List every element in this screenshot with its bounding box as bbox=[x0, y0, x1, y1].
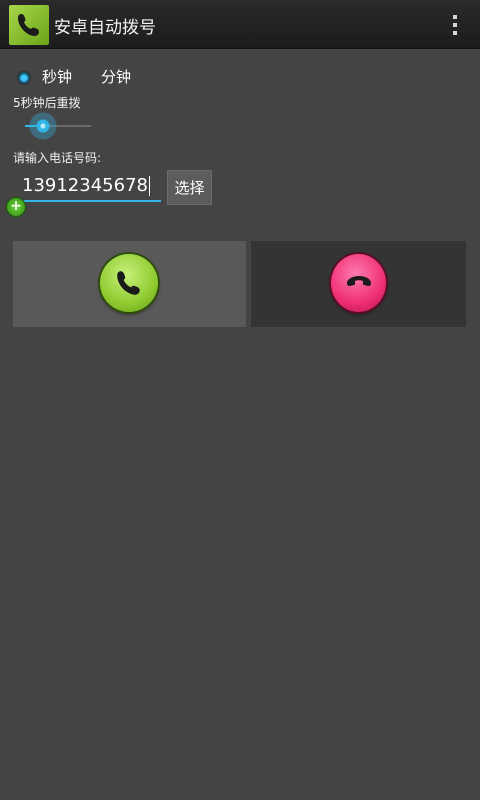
overflow-menu-icon[interactable] bbox=[448, 13, 462, 37]
phone-input-underline bbox=[22, 200, 161, 202]
phone-number-value: 13912345678 bbox=[22, 175, 148, 196]
plus-icon[interactable]: + bbox=[6, 197, 26, 217]
phone-icon[interactable] bbox=[9, 5, 49, 45]
radio-minutes-label[interactable]: 分钟 bbox=[101, 66, 131, 87]
radio-minutes[interactable] bbox=[78, 71, 92, 85]
action-bar: 安卓自动拨号 bbox=[0, 0, 480, 49]
app-title: 安卓自动拨号 bbox=[54, 18, 156, 38]
radio-seconds[interactable] bbox=[17, 71, 31, 85]
redial-label: 5秒钟后重拨 bbox=[13, 96, 81, 110]
select-contact-button[interactable]: 选择 bbox=[167, 170, 212, 205]
redial-slider-thumb[interactable] bbox=[29, 112, 57, 140]
text-caret bbox=[148, 176, 150, 196]
call-button[interactable] bbox=[100, 254, 158, 312]
call-icon bbox=[117, 271, 140, 295]
phone-number-input[interactable]: 13912345678 bbox=[22, 172, 160, 200]
hangup-button[interactable] bbox=[331, 254, 386, 312]
hangup-icon bbox=[347, 276, 371, 286]
phone-label: 请输入电话号码: bbox=[13, 151, 102, 165]
radio-seconds-label[interactable]: 秒钟 bbox=[42, 66, 72, 87]
